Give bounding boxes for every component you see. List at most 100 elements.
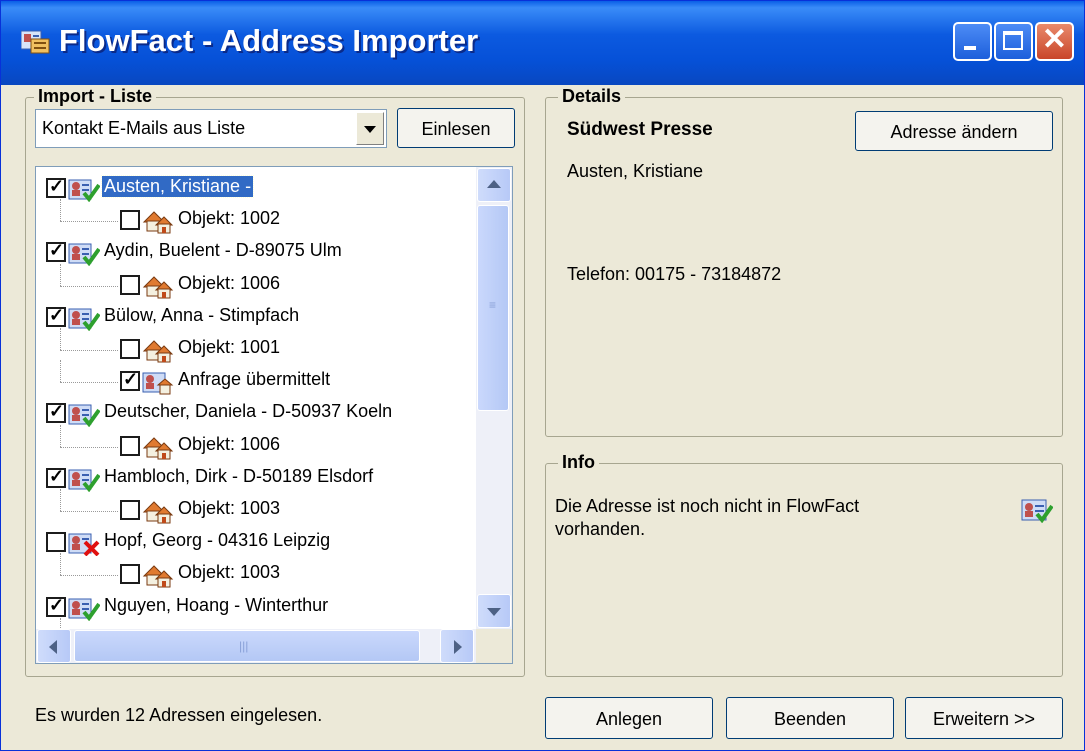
company-name: Südwest Presse [567, 119, 713, 140]
tree-item-label[interactable]: Hambloch, Dirk - D-50189 Elsdorf [102, 466, 375, 487]
maximize-icon [1003, 31, 1023, 50]
tree-content: Austen, Kristiane - Objekt: 1002 Aydin, Bu… [36, 167, 476, 629]
tree-connector [60, 221, 118, 223]
tree-row-contact[interactable]: Austen, Kristiane - [36, 173, 476, 205]
tree-connector [60, 511, 118, 512]
tree-checkbox[interactable] [46, 401, 66, 424]
tree-connector [60, 199, 61, 222]
tree-checkbox[interactable] [120, 500, 140, 520]
vertical-scroll-thumb[interactable]: ≡ [477, 205, 509, 411]
tree-connector [60, 350, 118, 351]
contact-ok-icon [68, 243, 100, 267]
close-button[interactable]: ✕ [1035, 22, 1074, 61]
address-card-icon [21, 30, 50, 54]
main-window: FlowFact - Address Importer ✕ Import - L… [0, 0, 1085, 751]
contact-error-icon [68, 533, 100, 557]
tree-item-label[interactable]: Nguyen, Hoang - Winterthur [102, 595, 330, 616]
scroll-down-button[interactable] [477, 594, 511, 628]
tree-item-label[interactable]: Aydin, Buelent - D-89075 Ulm [102, 240, 344, 261]
tree-item-label[interactable]: Objekt: 1003 [176, 498, 282, 519]
tree-row-contact[interactable]: Deutscher, Daniela - D-50937 Koeln [36, 398, 476, 430]
tree-checkbox[interactable] [120, 564, 140, 585]
import-list-legend: Import - Liste [34, 86, 157, 107]
vertical-scrollbar[interactable]: ≡ [476, 167, 512, 629]
tree-checkbox[interactable] [46, 466, 66, 488]
tree-checkbox[interactable] [120, 210, 140, 231]
tree-row-contact[interactable]: Aydin, Buelent - D-89075 Ulm [36, 237, 476, 269]
minimize-icon [964, 46, 976, 50]
chevron-down-icon[interactable] [356, 112, 384, 145]
tree-item-label[interactable]: Objekt: 1002 [176, 208, 282, 229]
tree-item-label[interactable]: Objekt: 1006 [176, 434, 282, 455]
tree-item-label[interactable]: Objekt: 1001 [176, 337, 282, 358]
tree-row-contact[interactable]: Nguyen, Hoang - Winterthur [36, 592, 476, 624]
contact-phone: Telefon: 00175 - 73184872 [567, 264, 782, 284]
close-icon: ✕ [1041, 23, 1068, 56]
change-address-button[interactable]: Adresse ändern [855, 111, 1053, 151]
scroll-right-button[interactable] [440, 629, 474, 663]
scroll-corner [476, 629, 512, 663]
tree-row-contact[interactable]: Hambloch, Dirk - D-50189 Elsdorf [36, 463, 476, 495]
minimize-button[interactable] [953, 22, 992, 61]
tree-connector [60, 328, 61, 350]
info-legend: Info [558, 452, 599, 473]
property-icon [142, 340, 174, 363]
tree-checkbox[interactable] [120, 369, 140, 392]
tree-row-child[interactable]: Objekt: 1006 [36, 270, 476, 302]
contact-ok-icon [68, 179, 100, 202]
chevron-up-icon [487, 180, 501, 188]
tree-checkbox[interactable] [46, 595, 66, 617]
info-message-line2: vorhanden. [555, 519, 646, 539]
property-icon [142, 436, 174, 460]
tree-checkbox[interactable] [46, 176, 66, 198]
property-icon [142, 275, 174, 299]
exit-button[interactable]: Beenden [726, 697, 894, 739]
tree-connector [60, 446, 118, 448]
tree-checkbox[interactable] [120, 339, 140, 359]
tree-item-label[interactable]: Objekt: 1006 [176, 273, 282, 294]
tree-row-contact[interactable]: Bülow, Anna - Stimpfach [36, 302, 476, 334]
import-tree[interactable]: Austen, Kristiane - Objekt: 1002 Aydin, Bu… [35, 166, 513, 664]
title-bar[interactable]: FlowFact - Address Importer ✕ [1, 1, 1084, 85]
tree-row-contact[interactable]: Hopf, Georg - 04316 Leipzig [36, 527, 476, 559]
status-text: Es wurden 12 Adressen eingelesen. [35, 705, 323, 725]
property-icon [142, 211, 174, 234]
contact-name: Austen, Kristiane [567, 161, 704, 181]
tree-connector [60, 382, 118, 384]
property-icon [142, 565, 174, 588]
import-source-select[interactable]: Kontakt E-Mails aus Liste [35, 109, 387, 148]
tree-item-label[interactable]: Objekt: 1003 [176, 562, 282, 583]
scroll-up-button[interactable] [477, 168, 511, 202]
info-message-line1: Die Adresse ist noch nicht in FlowFact [555, 496, 860, 516]
tree-connector [60, 424, 61, 447]
tree-checkbox[interactable] [46, 240, 66, 263]
tree-item-label[interactable]: Austen, Kristiane - [100, 175, 255, 198]
horizontal-scroll-thumb[interactable]: ||| [74, 630, 420, 662]
tree-connector [60, 360, 61, 383]
tree-row-child[interactable]: Objekt: 1003 [36, 495, 476, 527]
tree-row-child[interactable]: Objekt: 1003 [36, 559, 476, 591]
create-button[interactable]: Anlegen [545, 697, 713, 739]
tree-row-child[interactable]: Anfrage übermittelt [36, 366, 476, 398]
tree-item-label[interactable]: Bülow, Anna - Stimpfach [102, 305, 301, 326]
tree-item-label[interactable]: Deutscher, Daniela - D-50937 Koeln [102, 401, 394, 422]
tree-checkbox[interactable] [46, 305, 66, 327]
tree-checkbox[interactable] [120, 435, 140, 456]
tree-row-child[interactable]: Objekt: 1006 [36, 431, 476, 463]
tree-item-label[interactable]: Anfrage übermittelt [176, 369, 332, 390]
read-in-button[interactable]: Einlesen [397, 108, 515, 148]
extend-button[interactable]: Erweitern >> [905, 697, 1063, 739]
contact-ok-icon [68, 598, 100, 621]
tree-connector [60, 489, 61, 511]
import-source-value: Kontakt E-Mails aus Liste [42, 118, 246, 138]
horizontal-scrollbar[interactable]: ||| [36, 629, 476, 663]
tree-checkbox[interactable] [46, 532, 66, 553]
maximize-button[interactable] [994, 22, 1033, 61]
tree-item-label[interactable]: Hopf, Georg - 04316 Leipzig [102, 530, 332, 551]
contact-ok-icon [68, 404, 100, 428]
tree-row-child[interactable]: Objekt: 1002 [36, 205, 476, 237]
chevron-down-icon [487, 608, 501, 616]
tree-row-child[interactable]: Objekt: 1001 [36, 334, 476, 366]
scroll-left-button[interactable] [37, 629, 71, 663]
tree-checkbox[interactable] [120, 274, 140, 295]
